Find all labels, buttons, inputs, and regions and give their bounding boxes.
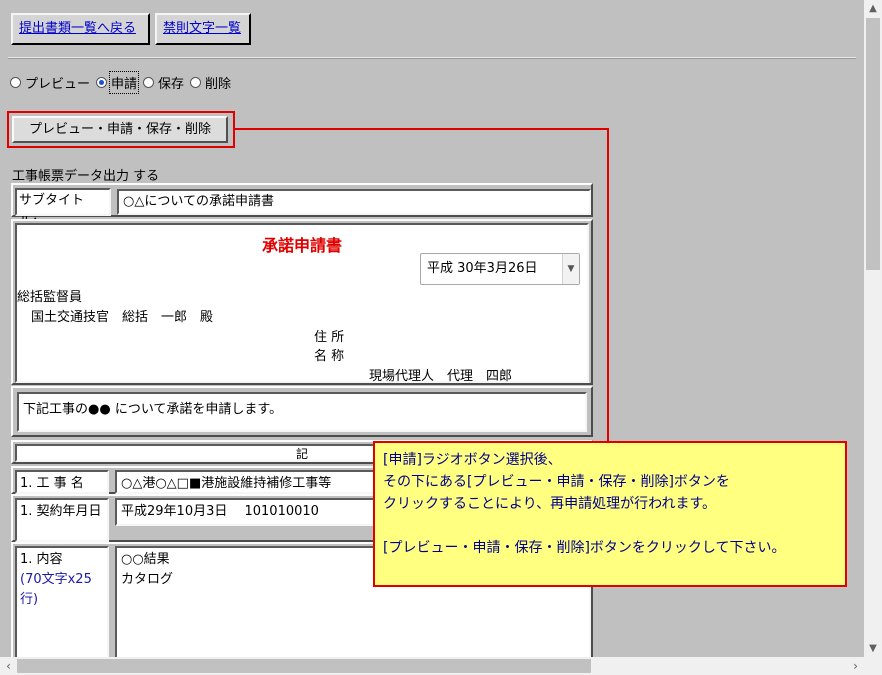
scroll-corner — [864, 657, 882, 675]
divider — [8, 57, 856, 59]
recipient-title: 総括監督員 — [17, 290, 83, 305]
content-label-cell: 1. 内容 (70文字x25行) — [15, 546, 109, 657]
scroll-down-icon[interactable]: ▼ — [864, 640, 882, 657]
date-select[interactable]: 平成 30年3月26日 ▼ — [420, 253, 580, 285]
radio-save[interactable]: 保存 — [143, 73, 184, 92]
preview-apply-save-delete-button[interactable]: プレビュー・申請・保存・削除 — [12, 116, 228, 143]
action-radio-group: プレビュー 申請 保存 削除 — [10, 70, 237, 94]
content-label: 1. 内容 — [20, 552, 63, 567]
vertical-scroll-thumb[interactable] — [866, 18, 880, 270]
scroll-up-icon[interactable]: ▲ — [864, 0, 882, 17]
request-box: 下記工事の●● について承諾を申請します。 — [11, 386, 593, 437]
callout-line: その下にある[プレビュー・申請・保存・削除]ボタンを — [383, 474, 730, 490]
recipient-name: 国土交通技官 総括 一郎 殿 — [31, 310, 214, 325]
section-label: 工事帳票データ出力 する — [12, 169, 160, 184]
site-agent: 現場代理人 代理 四郎 — [369, 369, 513, 384]
radio-delete[interactable]: 削除 — [190, 73, 231, 92]
action-button-highlight: プレビュー・申請・保存・削除 — [7, 111, 235, 148]
radio-label: プレビュー — [25, 76, 91, 92]
scroll-left-icon[interactable]: ‹ — [0, 657, 17, 675]
subtitle-label: サブタイトル： — [15, 188, 111, 230]
callout-line: クリックすることにより、再申請処理が行われます。 — [383, 496, 717, 512]
date-value: 平成 30年3月26日 — [427, 261, 538, 276]
radio-circle[interactable] — [10, 76, 21, 88]
name-label: 名 称 — [314, 349, 345, 364]
horizontal-scrollbar[interactable]: ‹ › — [0, 657, 864, 675]
contract-label: 1. 契約年月日 — [15, 498, 109, 542]
horizontal-scroll-thumb[interactable] — [17, 659, 591, 673]
request-textarea[interactable]: 下記工事の●● について承諾を申請します。 — [17, 392, 587, 432]
content-limit: (70文字x25行) — [20, 572, 92, 607]
radio-label: 削除 — [205, 76, 232, 92]
page: 提出書類一覧へ戻る 禁則文字一覧 プレビュー 申請 保存 削除 プレビュー・申請… — [0, 0, 864, 657]
vertical-scrollbar[interactable]: ▲ ▼ — [864, 0, 882, 657]
instruction-callout: [申請]ラジオボタン選択後、 その下にある[プレビュー・申請・保存・削除]ボタン… — [373, 441, 847, 587]
project-label: 1. 工 事 名 — [15, 470, 109, 494]
subtitle-row: サブタイトル： ○△についての承諾申請書 — [11, 183, 593, 230]
radio-label: 保存 — [158, 76, 185, 92]
scroll-right-icon[interactable]: › — [847, 657, 864, 675]
document-header-box: 承諾申請書 平成 30年3月26日 ▼ 総括監督員 国土交通技官 総括 一郎 殿… — [11, 219, 593, 385]
radio-preview[interactable]: プレビュー — [10, 73, 90, 92]
radio-apply[interactable]: 申請 — [96, 70, 140, 94]
callout-line: [申請]ラジオボタン選択後、 — [383, 452, 562, 468]
radio-circle[interactable] — [190, 76, 202, 88]
forbidden-chars-button[interactable]: 禁則文字一覧 — [155, 13, 251, 45]
connector-line — [235, 128, 609, 130]
connector-line — [607, 128, 609, 442]
subtitle-input[interactable]: ○△についての承諾申請書 — [117, 189, 591, 215]
address-label: 住 所 — [314, 330, 345, 345]
radio-circle[interactable] — [143, 76, 155, 88]
callout-line: [プレビュー・申請・保存・削除]ボタンをクリックして下さい。 — [383, 540, 786, 556]
radio-label: 申請 — [109, 70, 140, 94]
radio-circle-checked[interactable] — [96, 76, 108, 88]
back-to-list-button[interactable]: 提出書類一覧へ戻る — [11, 13, 150, 45]
dropdown-arrow-icon[interactable]: ▼ — [562, 254, 579, 284]
document-header: 承諾申請書 平成 30年3月26日 ▼ 総括監督員 国土交通技官 総括 一郎 殿… — [15, 223, 589, 384]
